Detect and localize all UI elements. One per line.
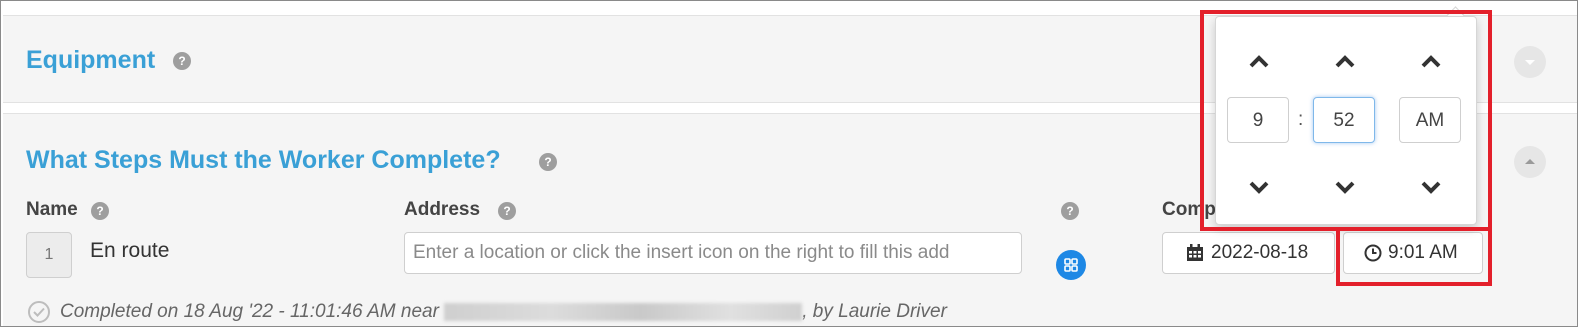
help-icon[interactable]: ? [1061, 202, 1079, 220]
completed-status: Completed on 18 Aug '22 - 11:01:46 AM ne… [60, 301, 947, 323]
redacted-location [444, 302, 803, 321]
date-button[interactable]: 2022-08-18 [1162, 232, 1335, 274]
app-frame: Equipment ? What Steps Must the Worker C… [0, 0, 1578, 327]
steps-title[interactable]: What Steps Must the Worker Complete? [26, 146, 501, 175]
check-circle-icon [28, 301, 50, 323]
calendar-icon [1187, 244, 1203, 261]
help-icon[interactable]: ? [91, 202, 109, 220]
help-icon[interactable]: ? [539, 153, 557, 171]
step-number: 1 [26, 232, 72, 278]
date-value: 2022-08-18 [1211, 242, 1309, 263]
chevron-up-icon [1525, 159, 1535, 164]
grid-insert-icon [1064, 258, 1078, 272]
address-column-label: Address [404, 199, 481, 220]
address-input[interactable] [404, 232, 1022, 274]
completed-suffix: , by Laurie Driver [802, 301, 947, 322]
insert-location-button[interactable] [1056, 250, 1086, 280]
help-icon[interactable]: ? [173, 52, 191, 70]
expand-equipment-button[interactable] [1514, 46, 1546, 78]
chevron-down-icon [1525, 60, 1535, 65]
equipment-title[interactable]: Equipment [26, 46, 155, 75]
step-name: En route [90, 239, 170, 262]
help-icon[interactable]: ? [498, 202, 516, 220]
highlight-box [1336, 227, 1492, 286]
highlight-box [1200, 10, 1492, 231]
completed-prefix: Completed on 18 Aug '22 - 11:01:46 AM ne… [60, 301, 439, 322]
name-column-label: Name [26, 199, 78, 220]
collapse-steps-button[interactable] [1514, 146, 1546, 178]
